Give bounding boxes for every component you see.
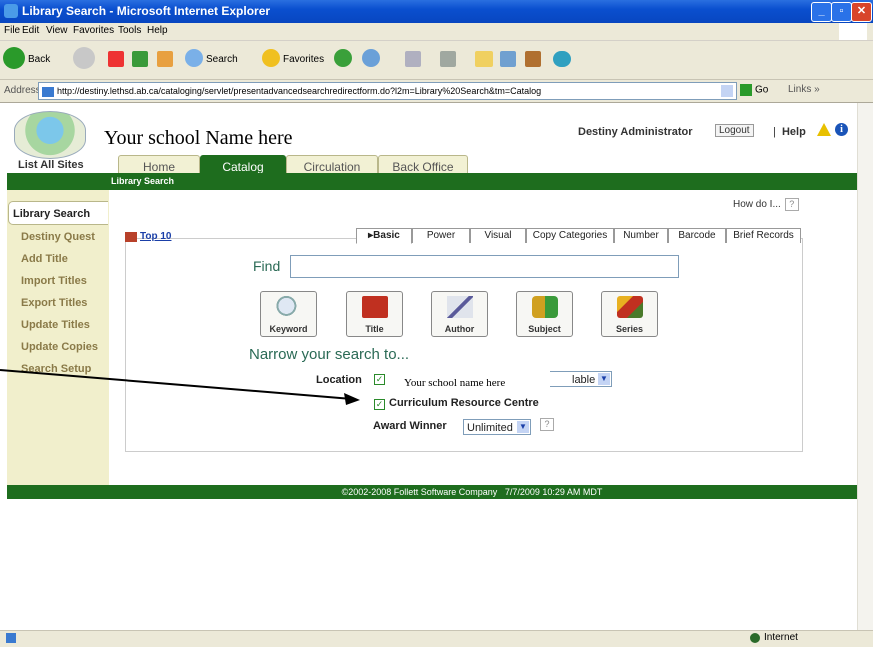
page-status-icon — [6, 633, 16, 643]
status-bar: Internet — [0, 630, 873, 647]
globe-icon — [750, 633, 760, 643]
annotation-arrow — [0, 369, 360, 405]
zone-label: Internet — [764, 632, 798, 643]
